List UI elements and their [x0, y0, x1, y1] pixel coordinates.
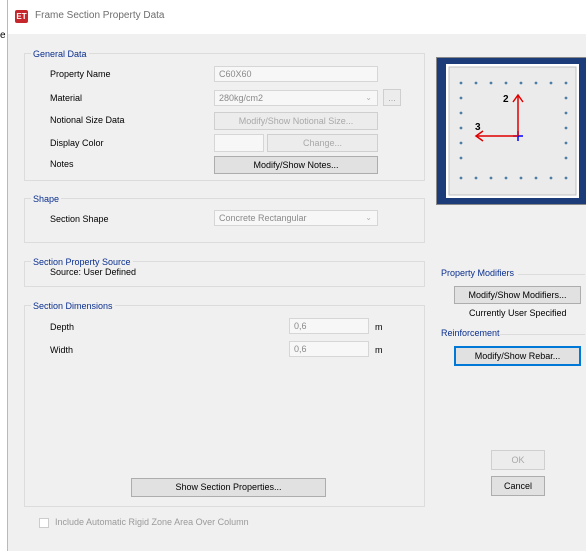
- property-name-label: Property Name: [50, 69, 111, 79]
- width-input[interactable]: 0,6: [289, 341, 369, 357]
- property-modifiers-rule: [518, 274, 585, 275]
- material-value: 280kg/cm2: [219, 93, 264, 103]
- section-dimensions-group: Section Dimensions: [24, 300, 425, 507]
- change-color-button[interactable]: Change...: [267, 134, 378, 152]
- modifiers-status: Currently User Specified: [469, 308, 567, 318]
- modify-notes-button[interactable]: Modify/Show Notes...: [214, 156, 378, 174]
- axis-3-label: 3: [475, 122, 481, 133]
- notional-size-label: Notional Size Data: [50, 115, 125, 125]
- ok-button[interactable]: OK: [491, 450, 545, 470]
- section-concrete: [448, 66, 577, 196]
- section-shape-select[interactable]: Concrete Rectangular ⌄: [214, 210, 378, 226]
- material-label: Material: [50, 93, 83, 103]
- section-preview-drawing: 2 3: [446, 64, 579, 198]
- rigid-zone-checkbox[interactable]: [39, 518, 49, 528]
- chevron-down-icon: ⌄: [365, 93, 372, 102]
- modify-rebar-button[interactable]: Modify/Show Rebar...: [454, 346, 581, 366]
- width-unit: m: [375, 345, 383, 355]
- depth-unit: m: [375, 322, 383, 332]
- show-section-properties-button[interactable]: Show Section Properties...: [131, 478, 326, 497]
- property-name-field[interactable]: C60X60: [214, 66, 378, 82]
- depth-input[interactable]: 0,6: [289, 318, 369, 334]
- rigid-zone-label: Include Automatic Rigid Zone Area Over C…: [55, 517, 249, 527]
- section-shape-value: Concrete Rectangular: [219, 213, 307, 223]
- reinforcement-title: Reinforcement: [441, 328, 503, 338]
- display-color-label: Display Color: [50, 138, 104, 148]
- section-dimensions-title: Section Dimensions: [31, 300, 115, 312]
- notes-label: Notes: [50, 159, 74, 169]
- edge-mark: e: [0, 30, 6, 41]
- depth-label: Depth: [50, 322, 75, 332]
- section-preview: 2 3: [436, 57, 586, 205]
- axis-2-label: 2: [503, 94, 509, 105]
- display-color-swatch[interactable]: [214, 134, 264, 152]
- window-title: Frame Section Property Data: [35, 10, 165, 21]
- reinforcement-rule: [500, 334, 585, 335]
- width-label: Width: [50, 345, 74, 355]
- general-data-title: General Data: [31, 48, 89, 60]
- section-shape-label: Section Shape: [50, 214, 109, 224]
- chevron-down-icon: ⌄: [365, 213, 372, 222]
- left-window-edge: e: [0, 0, 7, 551]
- modify-modifiers-button[interactable]: Modify/Show Modifiers...: [454, 286, 581, 304]
- etabs-app-icon: ET: [15, 10, 28, 23]
- notional-size-button[interactable]: Modify/Show Notional Size...: [214, 112, 378, 130]
- title-bar[interactable]: ET Frame Section Property Data: [8, 0, 586, 34]
- frame-section-dialog: ET Frame Section Property Data General D…: [7, 0, 586, 551]
- property-modifiers-title: Property Modifiers: [441, 268, 518, 278]
- material-more-button[interactable]: ...: [383, 89, 401, 106]
- cancel-button[interactable]: Cancel: [491, 476, 545, 496]
- source-text: Source: User Defined: [50, 267, 137, 277]
- shape-title: Shape: [31, 193, 62, 205]
- material-select[interactable]: 280kg/cm2 ⌄: [214, 90, 378, 106]
